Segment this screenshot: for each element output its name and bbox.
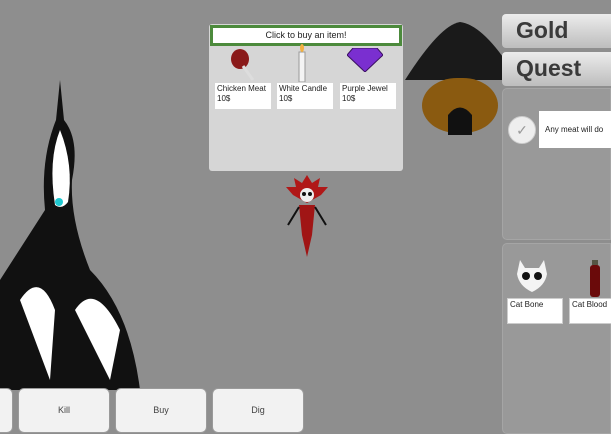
chicken-meat-icon[interactable] bbox=[229, 48, 257, 82]
buy-button[interactable]: Buy bbox=[115, 388, 207, 433]
shop-panel: Click to buy an item! Chicken Meat 10$ W… bbox=[209, 24, 403, 171]
action-button-partial[interactable] bbox=[0, 388, 13, 433]
shop-item-white-candle[interactable]: White Candle 10$ bbox=[277, 83, 333, 109]
inventory-item-cat-blood[interactable]: Cat Blood bbox=[569, 298, 611, 324]
blood-vial-icon[interactable] bbox=[589, 260, 601, 298]
cat-skull-icon[interactable] bbox=[517, 260, 547, 294]
shop-item-chicken-meat[interactable]: Chicken Meat 10$ bbox=[215, 83, 271, 109]
shop-item-purple-jewel[interactable]: Purple Jewel 10$ bbox=[340, 83, 396, 109]
player-creature-sprite bbox=[286, 175, 328, 257]
inventory-panel: Cat Bone Cat Blood bbox=[502, 243, 611, 434]
kill-button[interactable]: Kill bbox=[18, 388, 110, 433]
shop-title: Click to buy an item! bbox=[210, 25, 402, 46]
purple-jewel-icon[interactable] bbox=[347, 48, 383, 72]
inventory-item-cat-bone[interactable]: Cat Bone bbox=[507, 298, 563, 324]
dig-button[interactable]: Dig bbox=[212, 388, 304, 433]
quest-panel: ✓ Any meat will do bbox=[502, 88, 611, 240]
quest-text: Any meat will do bbox=[539, 111, 611, 148]
checkmark-icon[interactable]: ✓ bbox=[508, 116, 536, 144]
quest-tab[interactable]: Quest bbox=[502, 52, 611, 86]
tall-creature-sprite bbox=[0, 80, 140, 390]
gold-tab[interactable]: Gold bbox=[502, 14, 611, 48]
white-candle-icon[interactable] bbox=[295, 44, 309, 82]
